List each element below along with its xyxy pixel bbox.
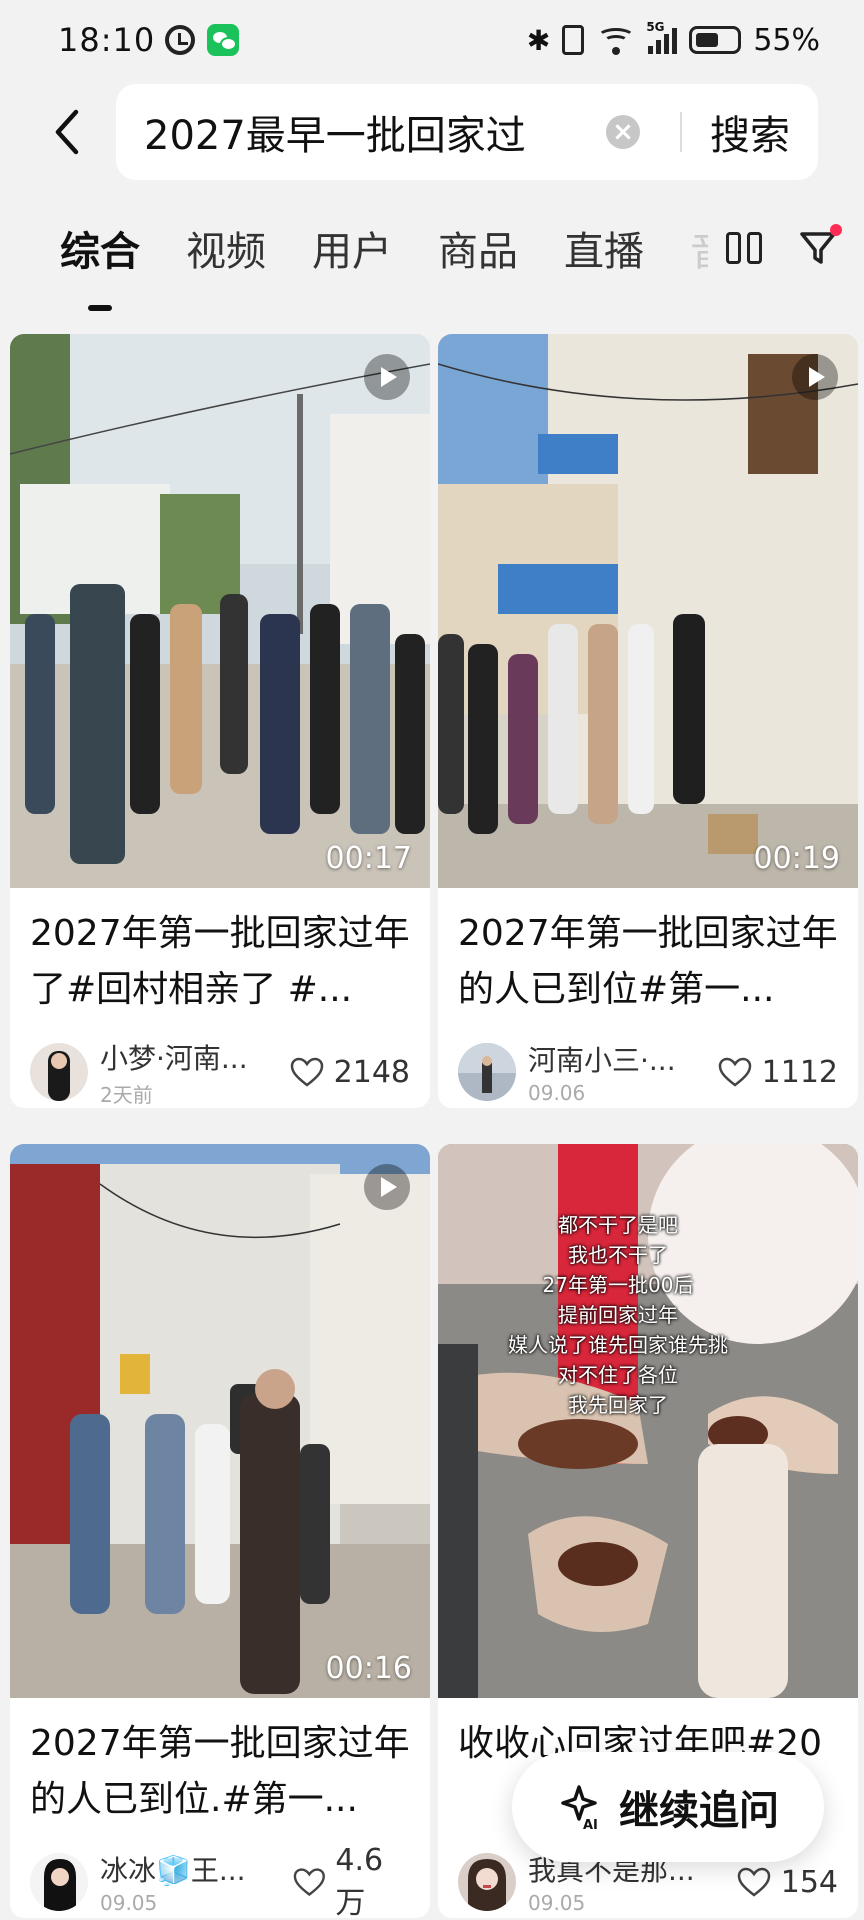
continue-ask-label: 继续追问 [619, 1788, 779, 1834]
search-button[interactable]: 搜索 [710, 103, 790, 161]
video-thumbnail[interactable]: 都不干了是吧 我也不干了 27年第一批00后 提前回家过年 媒人说了谁先回家谁先… [438, 1144, 858, 1698]
tab-overflow[interactable]: 音 [690, 219, 708, 277]
card-meta: 河南小三·... 09.06 1112 [438, 1018, 858, 1108]
svg-text:AI: AI [583, 1818, 598, 1831]
tab-live[interactable]: 直播 [564, 219, 644, 277]
back-arrow-icon[interactable] [38, 102, 98, 162]
search-bar: 2027最早一批回家过 × 搜索 [0, 82, 864, 182]
tab-video[interactable]: 视频 [186, 219, 266, 277]
card-meta: 小梦·河南... 2天前 2148 [10, 1018, 430, 1108]
heart-icon [718, 1057, 751, 1087]
thumbnail-image [10, 1144, 430, 1698]
video-title[interactable]: 2027年第一批回家过年了#回村相亲了 #... [10, 888, 430, 1018]
video-card[interactable]: 00:17 2027年第一批回家过年了#回村相亲了 #... 小梦·河南... … [10, 334, 430, 1108]
like-count: 154 [780, 1864, 838, 1900]
alarm-icon [165, 25, 196, 55]
bluetooth-icon: ✱ [526, 23, 551, 57]
post-date: 09.06 [528, 1081, 586, 1105]
play-icon [364, 1164, 410, 1210]
like-button[interactable]: 1112 [718, 1055, 838, 1090]
vibrate-icon [562, 25, 585, 55]
avatar[interactable] [30, 1853, 88, 1911]
notification-dot [830, 224, 842, 236]
overlay-line: 媒人说了谁先回家谁先挑 [508, 1333, 728, 1357]
tab-products[interactable]: 商品 [438, 219, 518, 277]
wifi-icon [596, 25, 636, 55]
tab-all[interactable]: 综合 [60, 219, 140, 277]
video-duration: 00:16 [325, 1651, 412, 1686]
heart-icon [293, 1868, 325, 1896]
video-card[interactable]: 00:16 2027年第一批回家过年的人已到位.#第一... 冰冰🧊王... 0… [10, 1144, 430, 1918]
divider [680, 112, 682, 152]
thumbnail-image [438, 334, 858, 888]
post-date: 09.05 [528, 1891, 586, 1915]
post-date: 2天前 [100, 1082, 153, 1107]
layout-toggle-icon[interactable] [726, 232, 762, 264]
author-name[interactable]: 小梦·河南... [100, 1037, 290, 1077]
avatar[interactable] [458, 1853, 516, 1911]
overlay-line: 我先回家了 [568, 1393, 668, 1417]
like-button[interactable]: 4.6万 [293, 1842, 410, 1919]
video-thumbnail[interactable]: 00:16 [10, 1144, 430, 1698]
cellular-signal-icon: 5G [646, 20, 678, 54]
heart-icon [737, 1867, 770, 1897]
continue-ask-button[interactable]: AI 继续追问 [512, 1752, 824, 1862]
author-name[interactable]: 河南小三·... [528, 1039, 718, 1079]
video-caption-overlay: 都不干了是吧 我也不干了 27年第一批00后 提前回家过年 媒人说了谁先回家谁先… [488, 1210, 748, 1420]
video-thumbnail[interactable]: 00:19 [438, 334, 858, 888]
card-meta: 冰冰🧊王... 09.05 4.6万 [10, 1828, 430, 1918]
thumbnail-image [10, 334, 430, 888]
overlay-line: 27年第一批00后 [542, 1273, 694, 1297]
like-count: 1112 [761, 1054, 838, 1090]
wechat-icon [207, 24, 240, 56]
video-duration: 00:17 [325, 841, 412, 876]
battery-icon [689, 26, 742, 54]
search-query[interactable]: 2027最早一批回家过 [144, 103, 584, 161]
video-card[interactable]: 00:19 2027年第一批回家过年的人已到位#第一... 河南小三·... 0… [438, 334, 858, 1108]
heart-icon [290, 1057, 323, 1087]
video-thumbnail[interactable]: 00:17 [10, 334, 430, 888]
play-icon [364, 354, 410, 400]
like-button[interactable]: 2148 [290, 1055, 410, 1090]
ai-sparkle-icon: AI [561, 1785, 598, 1831]
overlay-line: 对不住了各位 [558, 1363, 678, 1387]
video-duration: 00:19 [753, 841, 840, 876]
tab-bar: 综合 视频 用户 商品 直播 音 [0, 208, 864, 288]
like-count: 2148 [333, 1054, 410, 1090]
post-date: 09.05 [100, 1891, 158, 1915]
battery-percent: 55% [753, 22, 820, 58]
overlay-line: 提前回家过年 [558, 1303, 678, 1327]
video-title[interactable]: 2027年第一批回家过年的人已到位#第一... [438, 888, 858, 1018]
network-type: 5G [646, 20, 665, 34]
like-button[interactable]: 154 [737, 1865, 838, 1900]
tab-users[interactable]: 用户 [312, 219, 392, 277]
author-name[interactable]: 冰冰🧊王... [100, 1849, 293, 1889]
video-title[interactable]: 2027年第一批回家过年的人已到位.#第一... [10, 1698, 430, 1828]
avatar[interactable] [458, 1043, 516, 1101]
filter-icon[interactable] [798, 224, 842, 268]
avatar[interactable] [30, 1043, 88, 1101]
status-bar: 18:10 ✱ 5G 55% [0, 0, 864, 80]
overlay-line: 都不干了是吧 [558, 1213, 678, 1237]
clear-icon[interactable]: × [606, 115, 640, 149]
play-icon [792, 354, 838, 400]
like-count: 4.6万 [335, 1842, 384, 1919]
status-time: 18:10 [58, 21, 156, 59]
search-input[interactable]: 2027最早一批回家过 × 搜索 [116, 84, 818, 180]
overlay-line: 我也不干了 [568, 1243, 668, 1267]
